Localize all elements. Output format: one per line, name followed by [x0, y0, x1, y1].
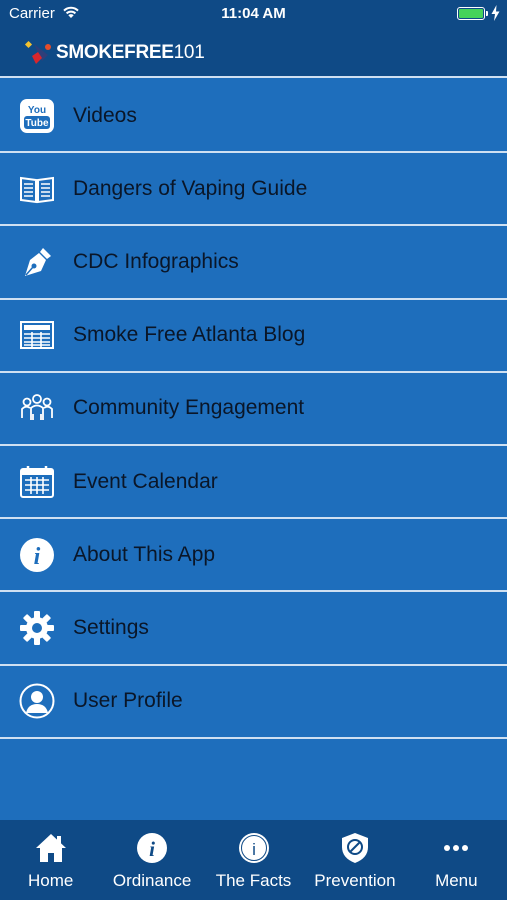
book-icon — [19, 171, 55, 207]
tab-ordinance[interactable]: i Ordinance — [101, 820, 202, 900]
app-logo: SMOKEFREE101 — [24, 36, 205, 70]
svg-text:You: You — [28, 105, 46, 116]
menu-item-videos[interactable]: You Tube Videos — [0, 80, 507, 154]
menu-item-label: CDC Infographics — [73, 249, 239, 273]
info-outline-icon: i — [238, 832, 270, 864]
status-time: 11:04 AM — [221, 5, 286, 22]
tab-prevention[interactable]: Prevention — [304, 820, 405, 900]
app-header: SMOKEFREE101 — [0, 28, 507, 78]
charging-icon — [491, 5, 500, 21]
calendar-icon — [19, 464, 55, 500]
menu-item-label: User Profile — [73, 689, 183, 713]
logo-text: SMOKEFREE101 — [56, 42, 205, 63]
gear-icon — [19, 610, 55, 646]
menu-item-label: Event Calendar — [73, 469, 218, 493]
more-icon — [440, 832, 472, 864]
svg-text:i: i — [149, 837, 155, 861]
menu-item-event-calendar[interactable]: Event Calendar — [0, 446, 507, 520]
shield-icon — [339, 832, 371, 864]
svg-text:i: i — [34, 544, 41, 570]
menu-item-about[interactable]: i About This App — [0, 519, 507, 593]
home-icon — [35, 832, 67, 864]
tab-the-facts[interactable]: i The Facts — [203, 820, 304, 900]
tab-bar: Home i Ordinance i The Facts Prevention … — [0, 820, 507, 900]
menu-item-cdc-infographics[interactable]: CDC Infographics — [0, 226, 507, 300]
info-icon: i — [19, 537, 55, 573]
youtube-icon: You Tube — [19, 98, 55, 134]
tab-label: Home — [28, 871, 74, 890]
menu-item-blog[interactable]: Smoke Free Atlanta Blog — [0, 300, 507, 373]
tab-home[interactable]: Home — [0, 820, 101, 900]
status-bar: Carrier 11:04 AM — [0, 0, 507, 28]
menu-item-user-profile[interactable]: User Profile — [0, 666, 507, 739]
svg-text:Tube: Tube — [25, 118, 49, 129]
menu-item-label: Settings — [73, 615, 149, 639]
tab-label: Menu — [435, 871, 478, 890]
menu-item-label: Dangers of Vaping Guide — [73, 176, 308, 200]
battery-tip — [486, 11, 488, 16]
battery-icon — [457, 7, 485, 20]
tab-menu[interactable]: Menu — [406, 820, 507, 900]
menu-item-label: Smoke Free Atlanta Blog — [73, 323, 306, 347]
tab-label: Ordinance — [112, 871, 192, 890]
main-menu: You Tube Videos Dangers of Vaping Guide … — [0, 80, 507, 739]
menu-item-label: Videos — [73, 103, 137, 127]
menu-item-label: Community Engagement — [73, 396, 305, 420]
menu-item-dangers-of-vaping[interactable]: Dangers of Vaping Guide — [0, 153, 507, 227]
pen-nib-icon — [19, 244, 55, 280]
logo-rocket-icon — [24, 40, 51, 64]
menu-item-settings[interactable]: Settings — [0, 592, 507, 666]
people-icon — [19, 390, 55, 426]
menu-item-label: About This App — [73, 542, 216, 566]
info-circle-icon: i — [136, 832, 168, 864]
svg-text:i: i — [252, 840, 256, 859]
menu-item-community[interactable]: Community Engagement — [0, 373, 507, 446]
tab-label: Prevention — [314, 871, 396, 890]
tab-label: The Facts — [215, 871, 292, 890]
user-icon — [19, 683, 55, 719]
newspaper-icon — [19, 317, 55, 353]
